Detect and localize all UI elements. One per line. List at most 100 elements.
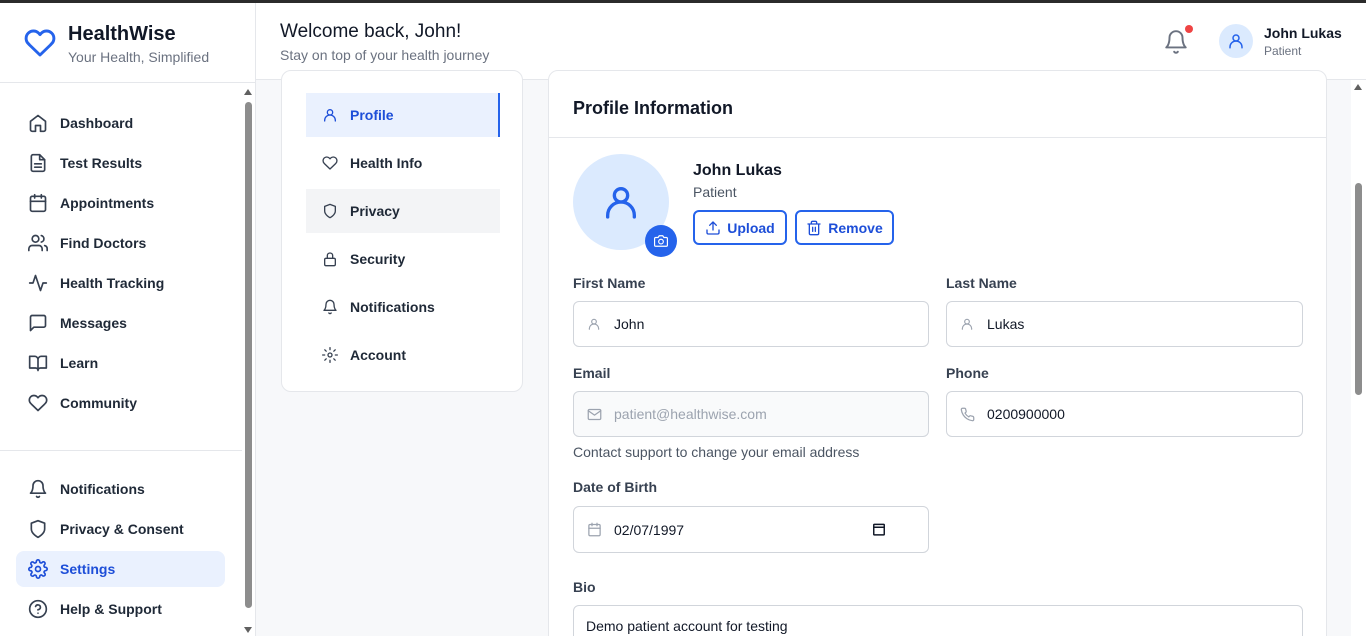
tab-label: Security [350, 251, 406, 267]
notification-badge [1185, 25, 1193, 33]
sidebar-item-learn[interactable]: Learn [16, 345, 225, 381]
brand[interactable]: HealthWise Your Health, Simplified [0, 3, 255, 83]
sidebar-item-label: Find Doctors [60, 235, 147, 251]
sidebar-divider [0, 450, 242, 451]
last-name-field[interactable]: Lukas [946, 301, 1303, 347]
header-user-name[interactable]: John Lukas [1264, 25, 1342, 41]
sidebar-item-find-doctors[interactable]: Find Doctors [16, 225, 225, 261]
bio-textarea[interactable]: Demo patient account for testing [573, 605, 1303, 636]
dob-field[interactable]: 02/07/1997 [573, 506, 929, 553]
bio-label: Bio [573, 579, 596, 595]
change-photo-button[interactable] [645, 225, 677, 257]
message-icon [28, 313, 48, 333]
dob-label: Date of Birth [573, 479, 657, 495]
sidebar: HealthWise Your Health, Simplified Dashb… [0, 3, 256, 636]
bell-icon [28, 479, 48, 499]
user-icon [586, 316, 602, 332]
sidebar-item-notifications[interactable]: Notifications [16, 471, 225, 507]
sidebar-item-messages[interactable]: Messages [16, 305, 225, 341]
mail-icon [586, 406, 602, 422]
tab-label: Profile [350, 107, 394, 123]
sidebar-item-label: Community [60, 395, 137, 411]
scroll-down-arrow-icon[interactable] [244, 627, 252, 633]
scroll-up-arrow-icon[interactable] [1354, 84, 1362, 90]
camera-icon [654, 235, 668, 247]
sidebar-scrollbar[interactable] [242, 86, 255, 636]
tab-security[interactable]: Security [306, 237, 500, 281]
sidebar-item-label: Privacy & Consent [60, 521, 184, 537]
shield-icon [28, 519, 48, 539]
first-name-field[interactable]: John [573, 301, 929, 347]
phone-value: 0200900000 [987, 406, 1065, 422]
user-icon [1229, 34, 1243, 49]
avatar[interactable] [1219, 24, 1253, 58]
gear-icon [322, 347, 338, 363]
last-name-value: Lukas [987, 316, 1025, 332]
remove-button[interactable]: Remove [795, 210, 894, 245]
sidebar-item-dashboard[interactable]: Dashboard [16, 105, 225, 141]
sidebar-scroll-thumb[interactable] [245, 102, 252, 608]
header-user-role: Patient [1264, 44, 1302, 58]
profile-information-card: Profile Information John Lukas Patient U… [548, 70, 1327, 636]
sidebar-item-label: Notifications [60, 481, 145, 497]
brand-title: HealthWise [68, 23, 176, 45]
last-name-label: Last Name [946, 275, 1017, 291]
profile-role: Patient [693, 184, 737, 200]
email-label: Email [573, 365, 611, 381]
user-icon [606, 187, 636, 219]
tab-label: Account [350, 347, 406, 363]
users-icon [28, 233, 48, 253]
top-header: Welcome back, John! Stay on top of your … [256, 3, 1366, 80]
phone-label: Phone [946, 365, 989, 381]
date-picker-icon[interactable] [872, 522, 886, 539]
sidebar-item-label: Settings [60, 561, 116, 577]
email-help-text: Contact support to change your email add… [573, 444, 860, 460]
bell-icon [322, 299, 338, 315]
calendar-icon [28, 193, 48, 213]
sidebar-item-label: Help & Support [60, 601, 162, 617]
sidebar-item-health-tracking[interactable]: Health Tracking [16, 265, 225, 301]
main-scrollbar[interactable] [1351, 80, 1366, 636]
welcome-title: Welcome back, John! [280, 21, 462, 42]
email-value: patient@healthwise.com [614, 406, 767, 422]
profile-name: John Lukas [693, 162, 782, 179]
brand-subtitle: Your Health, Simplified [68, 49, 210, 65]
calendar-icon [586, 522, 602, 538]
tab-label: Health Info [350, 155, 423, 171]
settings-tabs-card: Profile Health Info Privacy Security Not… [281, 70, 523, 392]
tab-health-info[interactable]: Health Info [306, 141, 500, 185]
sidebar-item-appointments[interactable]: Appointments [16, 185, 225, 221]
upload-label: Upload [727, 219, 775, 236]
phone-field[interactable]: 0200900000 [946, 391, 1303, 437]
sidebar-item-community[interactable]: Community [16, 385, 225, 421]
sidebar-item-help-support[interactable]: Help & Support [16, 591, 225, 627]
file-text-icon [28, 153, 48, 173]
tab-profile[interactable]: Profile [306, 93, 500, 137]
scroll-up-arrow-icon[interactable] [244, 89, 252, 95]
first-name-value: John [614, 316, 645, 332]
main-scroll-thumb[interactable] [1355, 183, 1362, 395]
sidebar-item-privacy-consent[interactable]: Privacy & Consent [16, 511, 225, 547]
user-icon [322, 107, 338, 123]
sidebar-item-settings[interactable]: Settings [16, 551, 225, 587]
email-field[interactable]: patient@healthwise.com [573, 391, 929, 437]
upload-button[interactable]: Upload [693, 210, 787, 245]
gear-icon [28, 559, 48, 579]
sidebar-item-label: Dashboard [60, 115, 134, 131]
heart-logo-icon [24, 29, 56, 57]
notification-bell-icon[interactable] [1163, 29, 1189, 55]
sidebar-item-test-results[interactable]: Test Results [16, 145, 225, 181]
shield-icon [322, 203, 338, 219]
user-icon [959, 316, 975, 332]
sidebar-item-label: Appointments [60, 195, 155, 211]
help-circle-icon [28, 599, 48, 619]
heart-icon [322, 155, 338, 171]
sidebar-item-label: Messages [60, 315, 127, 331]
remove-label: Remove [828, 219, 883, 236]
home-icon [28, 113, 48, 133]
tab-account[interactable]: Account [306, 333, 500, 377]
tab-privacy[interactable]: Privacy [306, 189, 500, 233]
tab-notifications[interactable]: Notifications [306, 285, 500, 329]
dob-value: 02/07/1997 [614, 521, 685, 538]
tab-label: Privacy [350, 203, 400, 219]
